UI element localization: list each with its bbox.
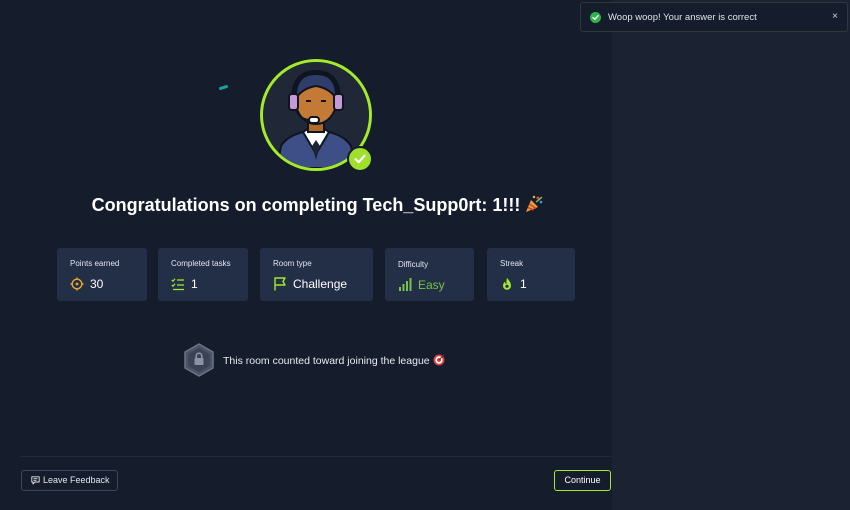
stat-label: Streak bbox=[500, 259, 524, 268]
feedback-icon bbox=[31, 476, 40, 485]
stat-points-earned: Points earned 30 bbox=[57, 248, 147, 301]
stat-label: Difficulty bbox=[398, 260, 429, 269]
target-icon bbox=[433, 354, 445, 369]
stat-streak: Streak 1 bbox=[487, 248, 575, 301]
stat-value: 1 bbox=[191, 277, 198, 291]
page-title: Congratulations on completing Tech_Supp0… bbox=[0, 194, 636, 219]
stat-label: Completed tasks bbox=[171, 259, 231, 268]
footer-divider bbox=[20, 456, 612, 457]
stat-label: Points earned bbox=[70, 259, 120, 268]
leave-feedback-button[interactable]: Leave Feedback bbox=[21, 470, 118, 491]
success-toast: Woop woop! Your answer is correct × bbox=[580, 2, 848, 32]
confetti-piece bbox=[218, 84, 229, 91]
flame-icon bbox=[500, 277, 514, 291]
stat-completed-tasks: Completed tasks 1 bbox=[158, 248, 248, 301]
leave-feedback-label: Leave Feedback bbox=[43, 475, 110, 485]
league-notice: This room counted toward joining the lea… bbox=[183, 342, 503, 378]
lock-shield-icon bbox=[183, 343, 215, 382]
side-panel bbox=[612, 0, 850, 510]
stat-value: 1 bbox=[520, 277, 527, 291]
stat-difficulty: Difficulty Easy bbox=[385, 248, 474, 301]
page-title-text: Congratulations on completing Tech_Supp0… bbox=[91, 195, 521, 215]
continue-button[interactable]: Continue bbox=[554, 470, 611, 491]
stat-value: 30 bbox=[90, 277, 104, 291]
signal-bars-icon bbox=[398, 277, 412, 291]
close-icon[interactable]: × bbox=[832, 11, 838, 22]
checklist-icon bbox=[171, 277, 185, 291]
completed-check-icon bbox=[347, 146, 373, 172]
check-circle-icon bbox=[590, 12, 601, 23]
toast-message: Woop woop! Your answer is correct bbox=[608, 12, 757, 23]
flag-icon bbox=[273, 277, 287, 291]
party-popper-icon bbox=[524, 194, 544, 219]
stat-label: Room type bbox=[273, 259, 312, 268]
stat-room-type: Room type Challenge bbox=[260, 248, 373, 301]
stat-value: Easy bbox=[418, 278, 445, 292]
continue-label: Continue bbox=[564, 475, 601, 485]
crosshair-icon bbox=[70, 277, 84, 291]
league-message-text: This room counted toward joining the lea… bbox=[223, 355, 430, 367]
league-message: This room counted toward joining the lea… bbox=[223, 354, 445, 369]
stat-value: Challenge bbox=[293, 277, 348, 291]
